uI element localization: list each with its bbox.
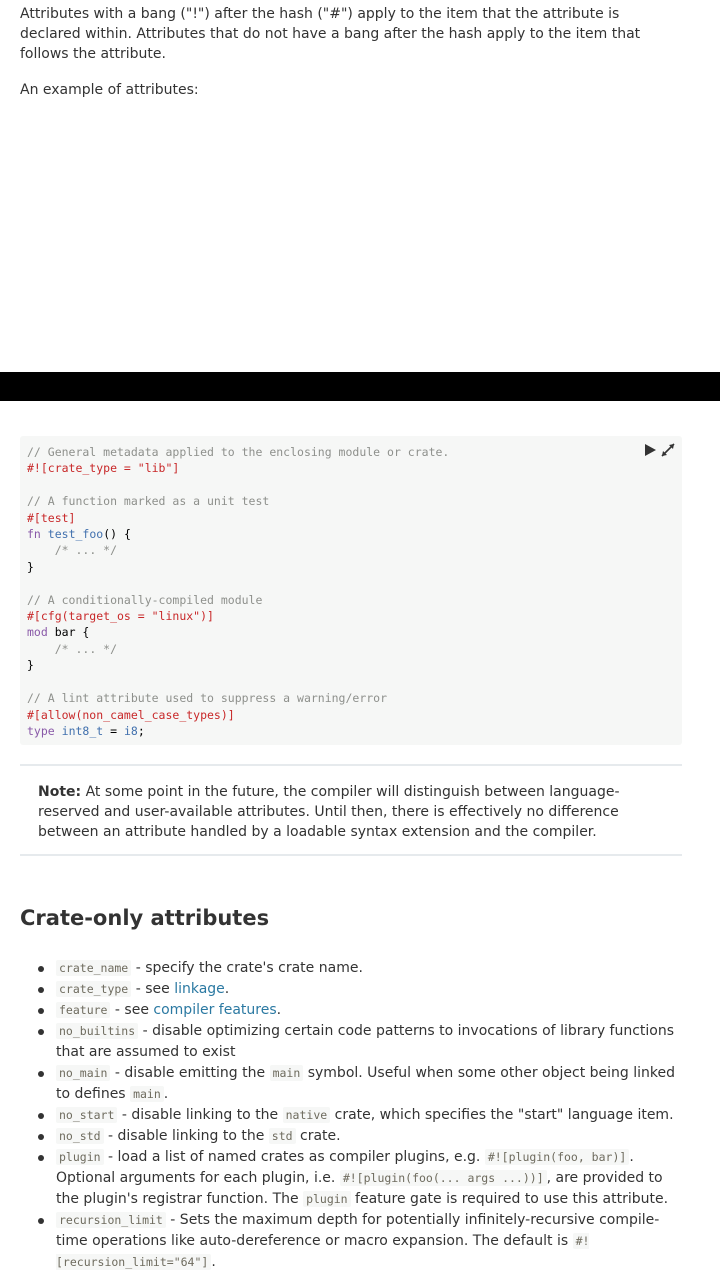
code-attribute: #[test] bbox=[27, 510, 76, 525]
attr-text: . bbox=[163, 1086, 169, 1102]
code-type-name: int8_t bbox=[61, 723, 104, 738]
attr-text: crate. bbox=[295, 1128, 341, 1144]
list-item: no_builtins - disable optimizing certain… bbox=[20, 1021, 680, 1063]
attr-code: feature bbox=[56, 1002, 111, 1018]
list-item: recursion_limit - Sets the maximum depth… bbox=[20, 1210, 680, 1273]
attr-code: no_std bbox=[56, 1128, 104, 1144]
code-keyword: fn bbox=[27, 527, 41, 542]
list-item: no_std - disable linking to the std crat… bbox=[20, 1126, 680, 1147]
attr-text: - disable linking to the bbox=[103, 1128, 269, 1144]
attr-code: no_main bbox=[56, 1065, 111, 1081]
crate-attributes-list: crate_name - specify the crate's crate n… bbox=[20, 958, 680, 1273]
attr-code: std bbox=[268, 1128, 296, 1144]
intro-paragraph-2: An example of attributes: bbox=[20, 82, 199, 98]
list-item: no_main - disable emitting the main symb… bbox=[20, 1063, 680, 1105]
intro-text: Attributes with a bang ("!") after the h… bbox=[20, 4, 680, 116]
code-text: ; bbox=[137, 723, 145, 738]
intro-paragraph-1: Attributes with a bang ("!") after the h… bbox=[20, 6, 641, 62]
code-type: i8 bbox=[124, 723, 138, 738]
attr-code: plugin bbox=[56, 1149, 104, 1165]
attr-code: recursion_limit bbox=[56, 1212, 166, 1228]
code-comment: /* ... */ bbox=[54, 543, 118, 558]
attr-text: feature gate is required to use this att… bbox=[350, 1191, 669, 1207]
attr-code: #![plugin(foo, bar)] bbox=[484, 1149, 630, 1165]
list-item: crate_name - specify the crate's crate n… bbox=[20, 958, 680, 979]
code-comment: // A function marked as a unit test bbox=[27, 494, 270, 509]
list-item: crate_type - see linkage. bbox=[20, 979, 680, 1000]
attr-text: - disable linking to the bbox=[117, 1107, 283, 1123]
code-comment: // A lint attribute used to suppress a w… bbox=[27, 691, 388, 706]
code-attribute: #[cfg(target_os = "linux")] bbox=[27, 609, 214, 624]
attr-code: main bbox=[269, 1065, 304, 1081]
code-keyword: mod bbox=[27, 625, 48, 640]
attr-code: #![plugin(foo(... args ...))] bbox=[339, 1170, 547, 1186]
code-text: bar { bbox=[54, 625, 90, 640]
note-label: Note: bbox=[38, 784, 82, 800]
code-comment: /* ... */ bbox=[54, 641, 118, 656]
attr-text: . bbox=[211, 1254, 216, 1270]
note-text: At some point in the future, the compile… bbox=[38, 784, 620, 840]
code-keyword: type bbox=[27, 723, 55, 738]
attr-text: . bbox=[224, 981, 230, 997]
attr-text: - load a list of named crates as compile… bbox=[103, 1149, 485, 1165]
list-item: plugin - load a list of named crates as … bbox=[20, 1147, 680, 1210]
code-comment: // A conditionally-compiled module bbox=[27, 592, 263, 607]
code-text: () { bbox=[103, 527, 131, 542]
attr-code: native bbox=[282, 1107, 331, 1123]
code-comment: // General metadata applied to the enclo… bbox=[27, 445, 450, 459]
attr-text: crate, which specifies the "start" langu… bbox=[330, 1107, 674, 1123]
code-fn-name: test_foo bbox=[47, 527, 104, 542]
attr-code: no_builtins bbox=[56, 1023, 139, 1039]
list-item: feature - see compiler features. bbox=[20, 1000, 680, 1021]
compiler-features-link[interactable]: compiler features bbox=[153, 1002, 276, 1018]
attr-code: no_start bbox=[56, 1107, 118, 1123]
attr-code: crate_type bbox=[56, 981, 132, 997]
play-icon[interactable] bbox=[642, 442, 658, 458]
note-box: Note: At some point in the future, the c… bbox=[20, 764, 682, 856]
code-attribute: #![crate_type = "lib"] bbox=[27, 461, 180, 476]
attr-text: . bbox=[276, 1002, 282, 1018]
section-title: Crate-only attributes bbox=[20, 906, 270, 930]
attr-code: main bbox=[130, 1086, 164, 1102]
attr-code: plugin bbox=[303, 1191, 351, 1207]
attr-text: - specify the crate's crate name. bbox=[131, 960, 363, 976]
black-bar bbox=[0, 372, 720, 401]
attr-code: crate_name bbox=[56, 960, 132, 976]
attr-text: - see bbox=[131, 981, 175, 997]
linkage-link[interactable]: linkage bbox=[174, 981, 225, 997]
list-item: no_start - disable linking to the native… bbox=[20, 1105, 680, 1126]
code-controls bbox=[642, 442, 676, 458]
code-text: } bbox=[27, 559, 34, 574]
attr-text: - see bbox=[110, 1002, 154, 1018]
expand-icon[interactable] bbox=[660, 442, 676, 458]
attr-text: - disable emitting the bbox=[110, 1065, 270, 1081]
code-text: // General metadata applied to the enclo… bbox=[27, 444, 449, 739]
attr-text: - disable optimizing certain code patter… bbox=[56, 1023, 675, 1060]
code-text: = bbox=[110, 723, 118, 738]
code-example: // General metadata applied to the enclo… bbox=[20, 436, 682, 745]
code-text: } bbox=[27, 658, 34, 673]
code-attribute: #[allow(non_camel_case_types)] bbox=[27, 707, 235, 722]
